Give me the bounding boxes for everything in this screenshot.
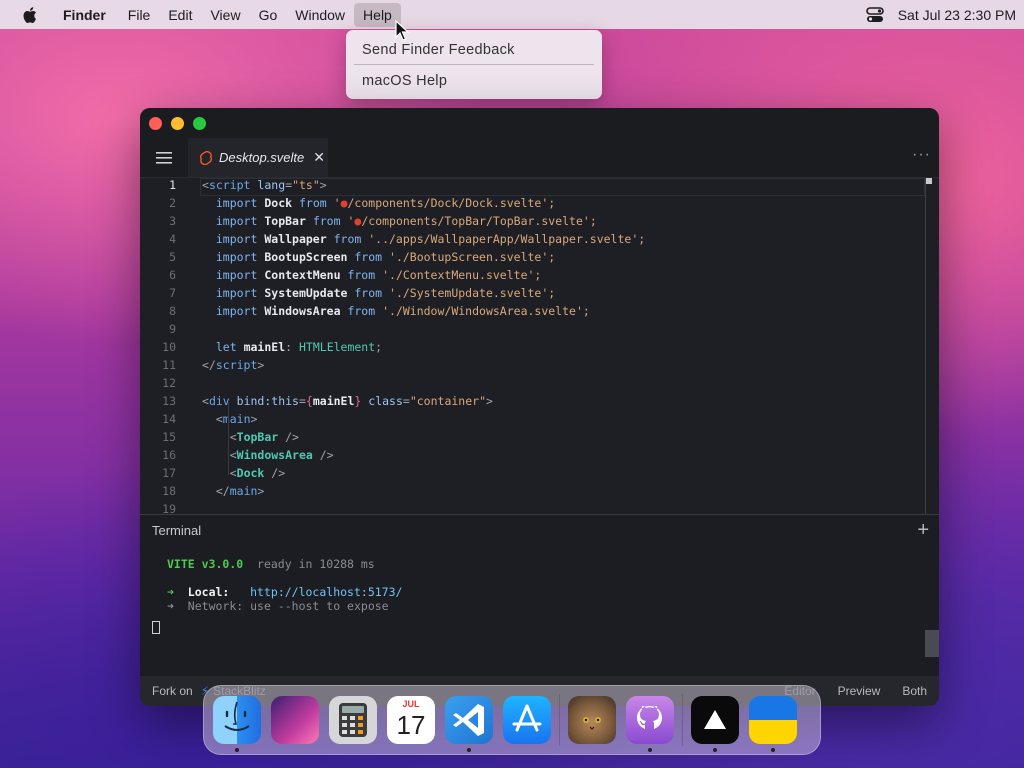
running-indicator — [648, 748, 652, 752]
code-line: 11 </script> — [162, 358, 265, 372]
editor-scrollbar-track[interactable] — [925, 178, 926, 514]
code-line: 6 import ContextMenu from './ContextMenu… — [169, 268, 542, 282]
menu-bar-right: Sat Jul 23 2:30 PM — [865, 6, 1024, 23]
code-line: 2 import Dock from '●/components/Dock/Do… — [169, 196, 556, 210]
dock-calendar-icon[interactable]: JUL 17 — [387, 696, 435, 744]
dock-cat-photo-icon[interactable] — [568, 696, 616, 744]
code-line: 12 — [162, 376, 176, 390]
code-line: 3 import TopBar from '●/components/TopBa… — [169, 214, 597, 228]
running-indicator — [467, 748, 471, 752]
running-indicator — [771, 748, 775, 752]
dock-ukraine-flag-icon[interactable] — [749, 696, 797, 752]
code-line: 8 import WindowsArea from './Window/Wind… — [169, 304, 590, 318]
menu-item-send-feedback[interactable]: Send Finder Feedback — [354, 36, 594, 63]
svelte-icon — [200, 150, 212, 165]
menu-view[interactable]: View — [201, 3, 249, 27]
menu-bar-clock[interactable]: Sat Jul 23 2:30 PM — [898, 7, 1016, 23]
dock-calculator-icon[interactable] — [329, 696, 377, 744]
code-line: 16 <WindowsArea /> — [162, 448, 334, 462]
running-indicator — [713, 748, 717, 752]
indent-guide — [228, 403, 229, 475]
editor-scrollbar-thumb[interactable] — [926, 178, 932, 184]
code-lines: 1 <script lang="ts"> 2 import Dock from … — [140, 178, 939, 514]
menu-separator — [354, 64, 594, 65]
code-line: 10 let mainEl: HTMLElement; — [162, 340, 383, 354]
calendar-day: 17 — [396, 710, 426, 740]
terminal-scrollbar-thumb[interactable] — [925, 630, 939, 657]
dock-separator — [559, 694, 560, 746]
tab-bar: Desktop.svelte ✕ ··· — [140, 138, 939, 178]
minimize-window-button[interactable] — [171, 117, 184, 130]
code-line: 15 <TopBar /> — [162, 430, 299, 444]
dock-separator — [682, 694, 683, 746]
terminal-output: VITE v3.0.0 ready in 10288 ms ➜ Local: h… — [167, 557, 403, 613]
terminal-panel[interactable]: Terminal + VITE v3.0.0 ready in 10288 ms… — [140, 514, 939, 676]
fork-on-label: Fork on — [152, 684, 193, 698]
code-editor[interactable]: 1 <script lang="ts"> 2 import Dock from … — [140, 178, 939, 514]
terminal-title: Terminal — [152, 522, 202, 538]
help-dropdown-menu: Send Finder Feedback macOS Help — [346, 30, 602, 99]
hamburger-menu-icon[interactable] — [140, 138, 188, 177]
window-titlebar[interactable] — [140, 108, 939, 138]
more-options-icon[interactable]: ··· — [912, 146, 931, 164]
apple-icon[interactable] — [18, 4, 40, 26]
code-line: 14 <main> — [162, 412, 258, 426]
dock-launchpad-icon[interactable] — [271, 696, 319, 744]
line-number: 1 — [169, 178, 176, 192]
dock-finder-icon[interactable] — [213, 696, 261, 752]
dock: JUL 17 — [203, 685, 821, 755]
both-view-button[interactable]: Both — [902, 684, 927, 698]
zoom-window-button[interactable] — [193, 117, 206, 130]
menu-window[interactable]: Window — [286, 3, 354, 27]
code-line: 17 <Dock /> — [162, 466, 286, 480]
close-tab-icon[interactable]: ✕ — [313, 149, 325, 166]
tab-label: Desktop.svelte — [219, 150, 305, 165]
control-center-icon[interactable] — [865, 6, 884, 23]
calendar-month: JUL — [402, 699, 420, 709]
code-line: 4 import Wallpaper from '../apps/Wallpap… — [169, 232, 646, 246]
tab-desktop-svelte[interactable]: Desktop.svelte ✕ — [188, 138, 328, 177]
menu-help[interactable]: Help — [354, 2, 401, 27]
preview-view-button[interactable]: Preview — [838, 684, 881, 698]
menu-edit[interactable]: Edit — [159, 3, 201, 27]
code-line: 7 import SystemUpdate from './SystemUpda… — [169, 286, 556, 300]
menu-item-macos-help[interactable]: macOS Help — [354, 67, 594, 94]
code-line: 18 </main> — [162, 484, 265, 498]
dock-github-icon[interactable] — [626, 696, 674, 752]
editor-window: Desktop.svelte ✕ ··· 1 <script lang="ts"… — [140, 108, 939, 706]
dock-app-store-icon[interactable] — [503, 696, 551, 744]
current-line-highlight — [200, 178, 925, 196]
close-window-button[interactable] — [149, 117, 162, 130]
menu-go[interactable]: Go — [250, 3, 287, 27]
terminal-cursor — [152, 621, 160, 634]
dock-vscode-icon[interactable] — [445, 696, 493, 752]
menu-bar: Finder File Edit View Go Window Help Sat… — [0, 0, 1024, 29]
mouse-pointer-icon — [395, 19, 410, 42]
running-indicator — [235, 748, 239, 752]
code-line: 13 <div bind:this={mainEl} class="contai… — [162, 394, 493, 408]
code-line: 19 — [162, 502, 176, 514]
menu-file[interactable]: File — [119, 3, 160, 27]
dock-vercel-icon[interactable] — [691, 696, 739, 752]
code-line: 5 import BootupScreen from './BootupScre… — [169, 250, 556, 264]
apple-emoji-icon: ● — [340, 196, 348, 210]
code-line: 9 — [169, 322, 176, 336]
new-terminal-plus-icon[interactable]: + — [917, 519, 929, 542]
menu-app-name[interactable]: Finder — [54, 3, 115, 27]
